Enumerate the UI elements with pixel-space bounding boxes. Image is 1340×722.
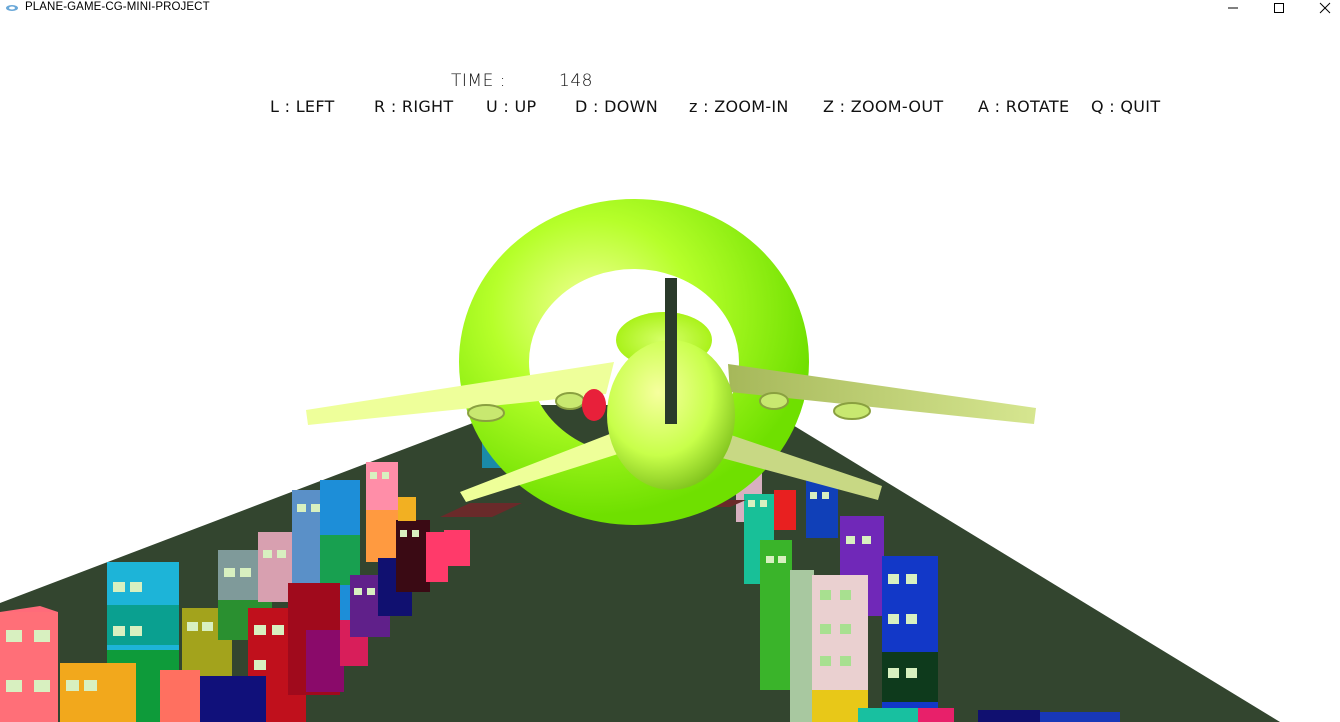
game-viewport[interactable]: [0, 16, 1340, 722]
building: [398, 497, 416, 521]
engine: [555, 392, 585, 410]
engine: [759, 392, 789, 410]
minimize-button[interactable]: [1210, 0, 1256, 16]
engine: [833, 402, 871, 420]
minimize-icon: [1228, 7, 1238, 9]
control-right: R : RIGHT: [374, 97, 454, 116]
time-label: TIME :: [451, 71, 506, 91]
window-title: PLANE-GAME-CG-MINI-PROJECT: [25, 1, 210, 13]
control-up: U : UP: [486, 97, 537, 116]
building: [0, 606, 58, 722]
control-zoom-out: Z : ZOOM-OUT: [823, 97, 944, 116]
distant-object: [582, 389, 606, 421]
building: [60, 663, 136, 722]
time-value: 148: [559, 71, 593, 91]
building: [396, 520, 430, 592]
building: [760, 540, 792, 690]
control-zoom-in: z : ZOOM-IN: [689, 97, 789, 116]
building: [774, 490, 796, 530]
building: [882, 556, 938, 722]
control-quit: Q : QUIT: [1091, 97, 1161, 116]
control-down: D : DOWN: [575, 97, 659, 116]
engine: [467, 404, 505, 422]
maximize-icon: [1274, 3, 1284, 13]
building: [366, 462, 398, 562]
building: [288, 583, 344, 695]
maximize-button[interactable]: [1256, 0, 1302, 16]
tail-fin: [665, 278, 677, 424]
building: [806, 480, 838, 538]
title-bar: PLANE-GAME-CG-MINI-PROJECT: [0, 0, 1340, 16]
control-left: L : LEFT: [270, 97, 335, 116]
app-icon: [6, 5, 18, 11]
building: [790, 570, 814, 722]
control-rotate: A : ROTATE: [978, 97, 1070, 116]
building: [812, 575, 868, 722]
close-button[interactable]: [1302, 0, 1340, 16]
close-icon: [1319, 2, 1331, 14]
building: [160, 670, 266, 722]
